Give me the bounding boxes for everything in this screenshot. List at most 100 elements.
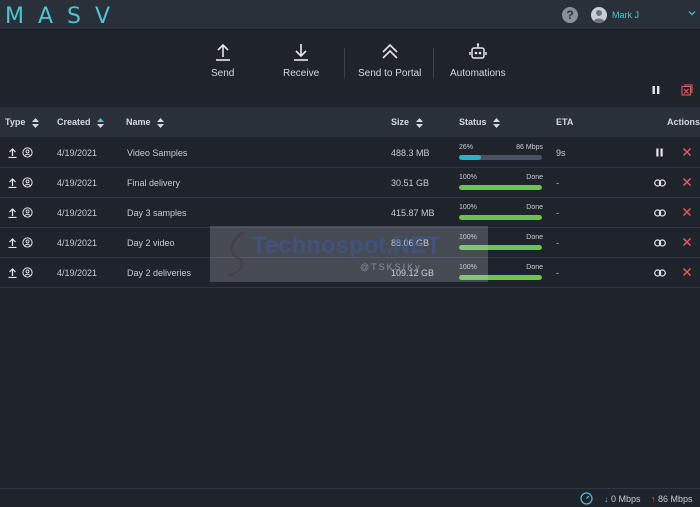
person-icon [22,207,33,218]
file-name: Day 2 video [127,238,175,248]
link-icon[interactable] [654,209,666,217]
watermark-tag: @TSKSIKy [360,262,422,272]
progress-fill [459,215,542,220]
up-arrow-icon: ↑ [651,494,656,504]
file-size: 488.3 MB [391,148,430,158]
column-actions: Actions [667,117,700,127]
upload-speed: ↑ 86 Mbps [651,494,693,504]
created-date: 4/19/2021 [57,268,98,278]
progress-percent: 100% [459,204,477,211]
link-icon[interactable] [654,179,666,187]
upload-icon [8,238,17,248]
progress-fill [459,155,481,160]
created-date: 4/19/2021 [57,208,98,218]
transfer-speed: 86 Mbps [516,144,543,151]
sort-icon [157,117,165,128]
title-bar: MASV ? Mark J [0,0,700,30]
receive-button[interactable]: Receive [283,42,319,79]
close-icon[interactable] [682,237,692,247]
automations-button[interactable]: Automations [450,42,506,79]
column-eta: ETA [556,117,574,127]
watermark-swoosh-icon [227,231,245,278]
eta-value: - [556,268,559,278]
progress-bar [459,185,542,190]
person-icon [22,177,33,188]
download-speed-value: 0 Mbps [611,494,641,504]
receive-label: Receive [283,68,320,79]
progress-percent: 100% [459,174,477,181]
link-icon[interactable] [654,239,666,247]
toolbar-divider [433,48,434,78]
download-speed: ↓ 0 Mbps [604,494,641,504]
close-icon[interactable] [682,267,692,277]
sort-icon [31,117,39,128]
cancel-all-icon[interactable] [681,84,693,96]
user-name[interactable]: Mark J [612,10,639,20]
main-toolbar: Send Receive Send to Portal Automations [0,30,700,105]
file-size: 30.51 GB [391,178,430,188]
progress-percent: 26% [459,144,474,151]
status-label: Done [526,264,543,271]
upload-icon [8,268,17,278]
upload-icon [8,178,17,188]
close-icon[interactable] [682,147,692,157]
send-to-portal-button[interactable]: Send to Portal [358,42,421,79]
file-name: Day 2 deliveries [127,268,192,278]
person-icon [22,147,33,158]
table-row[interactable]: 4/19/2021 Day 3 samples 415.87 MB 100% D… [0,198,700,228]
progress-bar [459,155,542,160]
pause-icon[interactable] [655,148,664,157]
send-label: Send [211,68,235,79]
column-type[interactable]: Type [5,117,39,128]
close-icon[interactable] [682,177,692,187]
person-icon [22,237,33,248]
status-text: 100% Done [459,204,543,211]
file-name: Video Samples [127,148,188,158]
pause-all-icon[interactable] [651,85,661,95]
created-date: 4/19/2021 [57,238,98,248]
upload-icon [215,43,230,61]
upload-icon [8,208,17,218]
sort-icon [97,117,105,128]
watermark: Technospot.NET @TSKSIKy [210,226,488,282]
person-icon [22,267,33,278]
file-name: Final delivery [127,178,181,188]
column-created[interactable]: Created [57,117,105,128]
column-size[interactable]: Size [391,117,423,128]
link-icon[interactable] [654,269,666,277]
close-icon[interactable] [682,207,692,217]
table-header: Type Created Name Size Status ETA Action… [0,107,700,137]
status-label: Done [526,234,543,241]
avatar[interactable] [591,7,607,23]
down-arrow-icon: ↓ [604,494,609,504]
created-date: 4/19/2021 [57,178,98,188]
download-icon [294,44,309,61]
column-status[interactable]: Status [459,117,501,128]
eta-value: - [556,178,559,188]
created-date: 4/19/2021 [57,148,98,158]
double-chevron-up-icon [382,43,398,59]
upload-icon [8,148,17,158]
speedometer-icon[interactable] [580,492,593,505]
table-row[interactable]: 4/19/2021 Video Samples 488.3 MB 26% 86 … [0,138,700,168]
sort-icon [415,117,423,128]
progress-fill [459,185,542,190]
chevron-down-icon[interactable] [688,9,696,19]
status-label: Done [526,174,543,181]
status-label: Done [526,204,543,211]
file-size: 415.87 MB [391,208,435,218]
eta-value: 9s [556,148,566,158]
column-name[interactable]: Name [126,117,165,128]
automations-label: Automations [450,68,506,79]
toolbar-divider [344,48,345,78]
robot-icon [469,43,487,59]
eta-value: - [556,238,559,248]
eta-value: - [556,208,559,218]
app-logo: MASV [5,4,125,29]
help-icon[interactable]: ? [562,7,578,23]
send-button[interactable]: Send [211,42,234,79]
send-to-portal-label: Send to Portal [358,68,422,79]
table-row[interactable]: 4/19/2021 Final delivery 30.51 GB 100% D… [0,168,700,198]
sort-icon [493,117,501,128]
watermark-text: Technospot.NET [252,232,441,259]
